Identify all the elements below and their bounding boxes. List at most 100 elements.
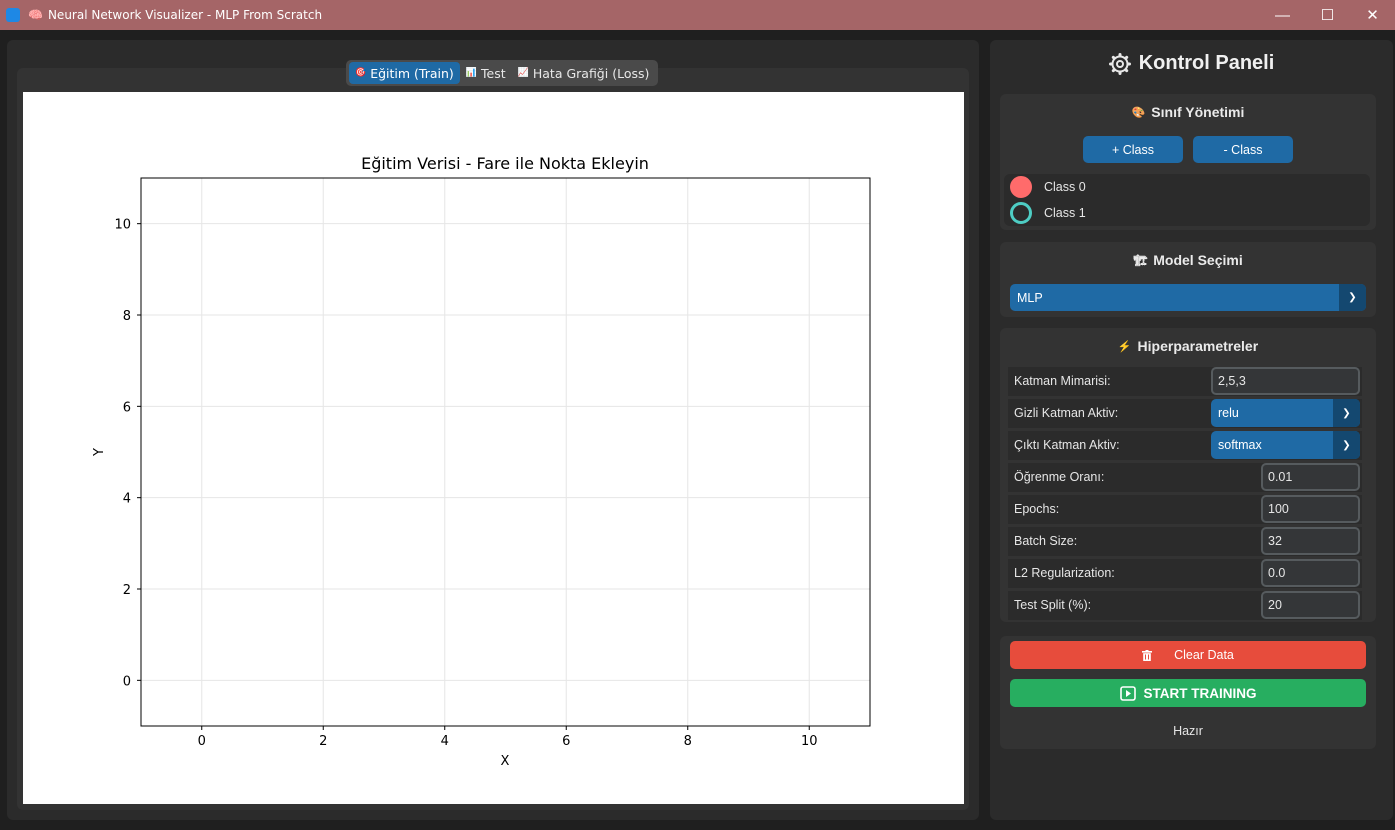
- param-epochs: Epochs: 100: [1008, 495, 1362, 524]
- param-hidden-activation: Gizli Katman Aktiv: relu ❯: [1008, 399, 1362, 428]
- param-learning-rate: Öğrenme Oranı: 0.01: [1008, 463, 1362, 492]
- play-icon: [1119, 685, 1136, 701]
- x-axis-label: X: [501, 754, 510, 769]
- training-chart[interactable]: Eğitim Verisi - Fare ile Nokta Ekleyin 0…: [23, 92, 964, 804]
- tab-loss-label: Hata Grafiği (Loss): [532, 65, 650, 81]
- class-color-radio[interactable]: [1010, 202, 1032, 224]
- lightning-icon: ⚡: [1117, 340, 1132, 353]
- hidden-activation-value: relu: [1218, 406, 1239, 420]
- control-panel: Kontrol Paneli 🎨 Sınıf Yönetimi + Class …: [990, 40, 1393, 820]
- model-section: 🏗 Model Seçimi MLP ❯: [1000, 242, 1376, 317]
- class-section-title-label: Sınıf Yönetimi: [1151, 104, 1245, 120]
- x-tick-label: 4: [441, 734, 449, 749]
- x-tick-label: 0: [198, 734, 206, 749]
- add-class-button[interactable]: + Class: [1083, 136, 1183, 163]
- tab-loss[interactable]: 📈 Hata Grafiği (Loss): [512, 62, 656, 84]
- class-color-radio[interactable]: [1010, 176, 1032, 198]
- tab-train[interactable]: 🎯 Eğitim (Train): [349, 62, 460, 84]
- class-item[interactable]: Class 1: [1010, 202, 1086, 224]
- class-list: Class 0 Class 1: [1004, 174, 1370, 226]
- clear-data-button[interactable]: Clear Data: [1010, 641, 1366, 669]
- plot-frame: [140, 177, 871, 727]
- class-section-title: 🎨 Sınıf Yönetimi: [1000, 104, 1376, 120]
- window-title: Neural Network Visualizer - MLP From Scr…: [47, 8, 323, 22]
- param-label: Öğrenme Oranı:: [1014, 470, 1105, 484]
- chevron-down-icon[interactable]: ❯: [1339, 284, 1366, 311]
- start-training-button[interactable]: START TRAINING: [1010, 679, 1366, 707]
- status-label: Hazır: [1173, 724, 1203, 738]
- param-l2-regularization: L2 Regularization: 0.0: [1008, 559, 1362, 588]
- y-tick-label: 6: [123, 400, 131, 415]
- output-activation-select[interactable]: softmax ❯: [1211, 431, 1360, 459]
- model-select[interactable]: MLP ❯: [1010, 284, 1366, 311]
- output-activation-value: softmax: [1218, 438, 1262, 452]
- gear-icon: [1108, 52, 1131, 75]
- remove-class-button[interactable]: - Class: [1193, 136, 1293, 163]
- close-button[interactable]: ✕: [1350, 0, 1395, 30]
- maximize-button[interactable]: ☐: [1305, 0, 1350, 30]
- x-tick-label: 8: [684, 734, 692, 749]
- palette-icon: 🎨: [1131, 106, 1146, 119]
- chart-title: Eğitim Verisi - Fare ile Nokta Ekleyin: [361, 154, 649, 173]
- learning-rate-input[interactable]: 0.01: [1261, 463, 1360, 491]
- building-icon: 🏗: [1133, 254, 1148, 267]
- tab-test-label: Test: [481, 65, 506, 81]
- y-tick-label: 8: [123, 309, 131, 324]
- batch-size-input[interactable]: 32: [1261, 527, 1360, 555]
- brain-icon: 🧠: [28, 8, 43, 22]
- y-tick-label: 4: [123, 492, 131, 507]
- epochs-input[interactable]: 100: [1261, 495, 1360, 523]
- param-batch-size: Batch Size: 32: [1008, 527, 1362, 556]
- chevron-down-icon[interactable]: ❯: [1333, 399, 1360, 427]
- chevron-down-icon[interactable]: ❯: [1333, 431, 1360, 459]
- x-tick-label: 2: [319, 734, 327, 749]
- model-section-title-label: Model Seçimi: [1153, 252, 1243, 268]
- param-test-split: Test Split (%): 20: [1008, 591, 1362, 620]
- tab-test[interactable]: 📊 Test: [460, 62, 512, 84]
- y-tick-label: 2: [123, 583, 131, 598]
- class-item[interactable]: Class 0: [1010, 176, 1086, 198]
- clear-data-label: Clear Data: [1174, 648, 1234, 662]
- y-tick-label: 0: [123, 674, 131, 689]
- param-label: L2 Regularization:: [1014, 566, 1115, 580]
- class-label: Class 0: [1044, 180, 1086, 194]
- target-icon: 🎯: [355, 68, 367, 78]
- param-label: Çıktı Katman Aktiv:: [1014, 438, 1120, 452]
- hidden-activation-select[interactable]: relu ❯: [1211, 399, 1360, 427]
- param-output-activation: Çıktı Katman Aktiv: softmax ❯: [1008, 431, 1362, 460]
- param-label: Katman Mimarisi:: [1014, 374, 1111, 388]
- x-tick-label: 6: [562, 734, 570, 749]
- layer-architecture-input[interactable]: 2,5,3: [1211, 367, 1360, 395]
- title-bar: 🧠 Neural Network Visualizer - MLP From S…: [0, 0, 1395, 30]
- x-tick-label: 10: [801, 734, 818, 749]
- line-chart-icon: 📈: [517, 68, 529, 78]
- param-label: Test Split (%):: [1014, 598, 1092, 612]
- y-axis-label: Y: [92, 448, 107, 457]
- model-section-title: 🏗 Model Seçimi: [1000, 252, 1376, 268]
- test-split-input[interactable]: 20: [1261, 591, 1360, 619]
- panel-title: Kontrol Paneli: [990, 52, 1393, 75]
- class-label: Class 1: [1044, 206, 1086, 220]
- app-icon: [6, 8, 20, 22]
- y-tick-label: 10: [114, 218, 131, 233]
- panel-title-label: Kontrol Paneli: [1138, 52, 1275, 74]
- actions-section: Clear Data START TRAINING Hazır: [1000, 636, 1376, 749]
- app-window: 🧠 Neural Network Visualizer - MLP From S…: [0, 0, 1395, 830]
- trash-icon: [1142, 649, 1153, 661]
- model-select-value: MLP: [1017, 290, 1043, 305]
- minimize-button[interactable]: —: [1260, 0, 1305, 30]
- tab-bar: 🎯 Eğitim (Train) 📊 Test 📈 Hata Grafiği (…: [346, 60, 659, 86]
- param-label: Batch Size:: [1014, 534, 1078, 548]
- param-label: Gizli Katman Aktiv:: [1014, 406, 1119, 420]
- hyper-section-title-label: Hiperparametreler: [1137, 338, 1259, 354]
- class-management-section: 🎨 Sınıf Yönetimi + Class - Class Class 0…: [1000, 94, 1376, 230]
- training-plot-canvas[interactable]: Eğitim Verisi - Fare ile Nokta Ekleyin 0…: [23, 92, 964, 804]
- tab-train-label: Eğitim (Train): [370, 65, 454, 81]
- l2-regularization-input[interactable]: 0.0: [1261, 559, 1360, 587]
- param-layer-architecture: Katman Mimarisi: 2,5,3: [1008, 367, 1362, 396]
- hyperparameters-section: ⚡ Hiperparametreler Katman Mimarisi: 2,5…: [1000, 328, 1376, 622]
- start-training-label: START TRAINING: [1143, 685, 1257, 701]
- plot-panel: 🎯 Eğitim (Train) 📊 Test 📈 Hata Grafiği (…: [7, 40, 979, 820]
- hyper-section-title: ⚡ Hiperparametreler: [1000, 338, 1376, 354]
- bar-chart-icon: 📊: [465, 68, 478, 78]
